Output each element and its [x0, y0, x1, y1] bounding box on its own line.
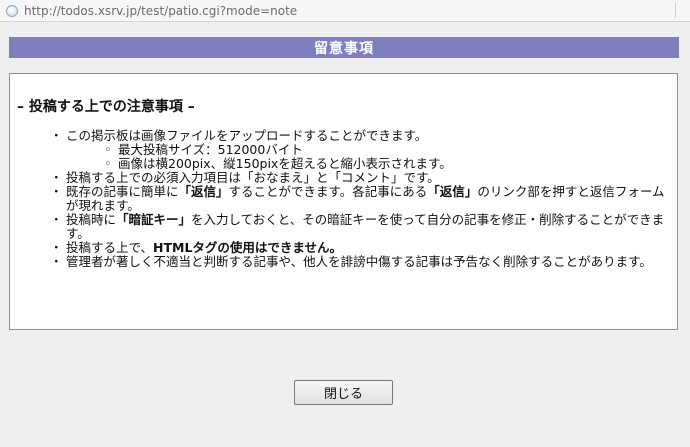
sub-list: 最大投稿サイズ：512000バイト 画像は横200pix、縦150pixを超える… — [66, 142, 670, 172]
notice-title: – 投稿する上での注意事項 – — [17, 99, 195, 115]
list-item: 既存の記事に簡単に「返信」することができます。各記事にある「返信」のリンク部を押… — [50, 185, 670, 213]
list-item: 画像は横200pix、縦150pixを超えると縮小表示されます。 — [102, 156, 670, 172]
item-text: 投稿する上で、 — [66, 240, 154, 255]
item-emphasis: 「暗証キー」 — [116, 212, 192, 227]
item-emphasis: HTMLタグの使用はできません。 — [153, 240, 343, 255]
address-bar[interactable]: http://todos.xsrv.jp/test/patio.cgi?mode… — [0, 0, 690, 22]
item-text: することができます。各記事にある — [228, 184, 428, 199]
list-item: 投稿する上で、HTMLタグの使用はできません。 — [50, 240, 670, 256]
address-bar-divider — [675, 3, 676, 18]
notice-list: この掲示板は画像ファイルをアップロードすることができます。 最大投稿サイズ：51… — [50, 128, 670, 270]
item-emphasis: 「返信」 — [427, 184, 478, 199]
item-text: 既存の記事に簡単に — [66, 184, 179, 199]
page-icon — [6, 4, 18, 17]
item-text: 画像は横200pix、縦150pixを超えると縮小表示されます。 — [118, 156, 452, 171]
close-button[interactable]: 閉じる — [294, 380, 393, 405]
page-title: 留意事項 — [314, 40, 374, 57]
item-emphasis: 「返信」 — [178, 184, 229, 199]
item-text: 投稿時に — [66, 212, 117, 227]
list-item: 投稿時に「暗証キー」を入力しておくと、その暗証キーを使って自分の記事を修正・削除… — [50, 213, 670, 241]
item-text: 最大投稿サイズ：512000バイト — [118, 142, 303, 157]
list-item: 投稿する上での必須入力項目は「おなまえ」と「コメント」です。 — [50, 170, 670, 186]
header-bar: 留意事項 — [9, 37, 679, 58]
list-item: この掲示板は画像ファイルをアップロードすることができます。 最大投稿サイズ：51… — [50, 128, 670, 172]
notice-panel: – 投稿する上での注意事項 – この掲示板は画像ファイルをアップロードすることが… — [9, 73, 678, 330]
list-item: 管理者が著しく不適当と判断する記事や、他人を誹謗中傷する記事は予告なく削除するこ… — [50, 254, 670, 270]
address-url[interactable]: http://todos.xsrv.jp/test/patio.cgi?mode… — [24, 4, 297, 18]
item-text: 管理者が著しく不適当と判断する記事や、他人を誹謗中傷する記事は予告なく削除するこ… — [66, 254, 652, 269]
item-text: この掲示板は画像ファイルをアップロードすることができます。 — [66, 128, 428, 143]
item-text: 投稿する上での必須入力項目は「おなまえ」と「コメント」です。 — [66, 170, 440, 185]
list-item: 最大投稿サイズ：512000バイト — [102, 142, 670, 158]
